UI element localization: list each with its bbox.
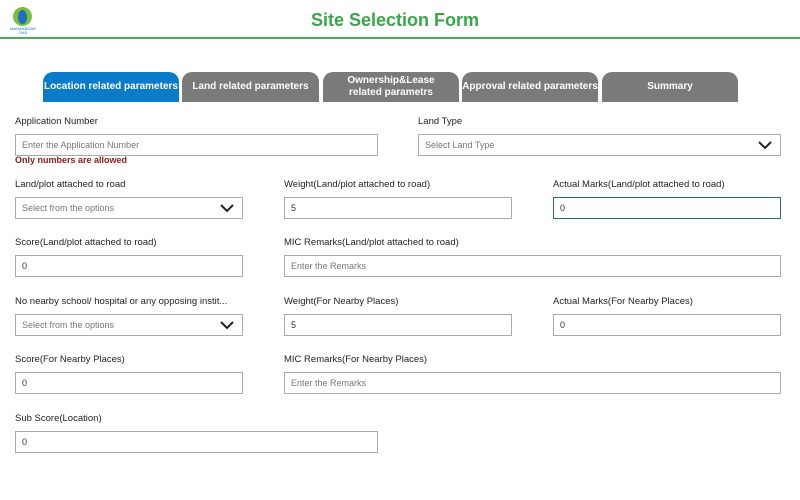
application-number-label: Application Number	[15, 116, 98, 127]
tab-ownership-lease[interactable]: Ownership&Lease related parametrs	[323, 72, 459, 102]
header: MAHANAGAR GAS Site Selection Form	[0, 0, 800, 39]
tab-approval[interactable]: Approval related parameters	[462, 72, 598, 102]
mic-road-input[interactable]: Enter the Remarks	[284, 255, 781, 277]
mic-nearby-label: MIC Remarks(For Nearby Places)	[284, 354, 428, 365]
road-select[interactable]: Select from the options	[15, 197, 243, 219]
weight-nearby-input[interactable]: 5	[284, 314, 512, 336]
weight-nearby-label: Weight(For Nearby Places)	[284, 296, 399, 307]
score-road-label: Score(Land/plot attached to road)	[15, 237, 157, 248]
mic-nearby-input[interactable]: Enter the Remarks	[284, 372, 781, 394]
chevron-down-icon	[220, 204, 234, 213]
land-type-value: Select Land Type	[425, 140, 495, 150]
chevron-down-icon	[758, 141, 772, 150]
actual-road-input[interactable]: 0	[553, 197, 781, 219]
sub-score-label: Sub Score(Location)	[15, 413, 102, 424]
nearby-select[interactable]: Select from the options	[15, 314, 243, 336]
weight-road-input[interactable]: 5	[284, 197, 512, 219]
tab-land[interactable]: Land related parameters	[182, 72, 319, 102]
road-label: Land/plot attached to road	[15, 179, 126, 190]
chevron-down-icon	[220, 321, 234, 330]
score-road-input[interactable]: 0	[15, 255, 243, 277]
nearby-value: Select from the options	[22, 320, 115, 330]
nearby-label: No nearby school/ hospital or any opposi…	[15, 296, 228, 307]
page-title: Site Selection Form	[310, 10, 480, 30]
application-number-input[interactable]: Enter the Application Number	[15, 134, 378, 156]
score-nearby-label: Score(For Nearby Places)	[15, 354, 125, 365]
tab-summary[interactable]: Summary	[602, 72, 738, 102]
land-type-label: Land Type	[418, 116, 463, 127]
mic-road-label: MIC Remarks(Land/plot attached to road)	[284, 237, 459, 248]
land-type-select[interactable]: Select Land Type	[418, 134, 781, 156]
sub-score-input[interactable]: 0	[15, 431, 378, 453]
actual-nearby-input[interactable]: 0	[553, 314, 781, 336]
weight-road-label: Weight(Land/plot attached to road)	[284, 179, 431, 190]
application-number-error: Only numbers are allowed	[15, 155, 128, 165]
road-value: Select from the options	[22, 203, 115, 213]
actual-road-label: Actual Marks(Land/plot attached to road)	[553, 179, 725, 190]
tab-location[interactable]: Location related parameters	[43, 72, 179, 102]
score-nearby-input[interactable]: 0	[15, 372, 243, 394]
actual-nearby-label: Actual Marks(For Nearby Places)	[553, 296, 693, 307]
